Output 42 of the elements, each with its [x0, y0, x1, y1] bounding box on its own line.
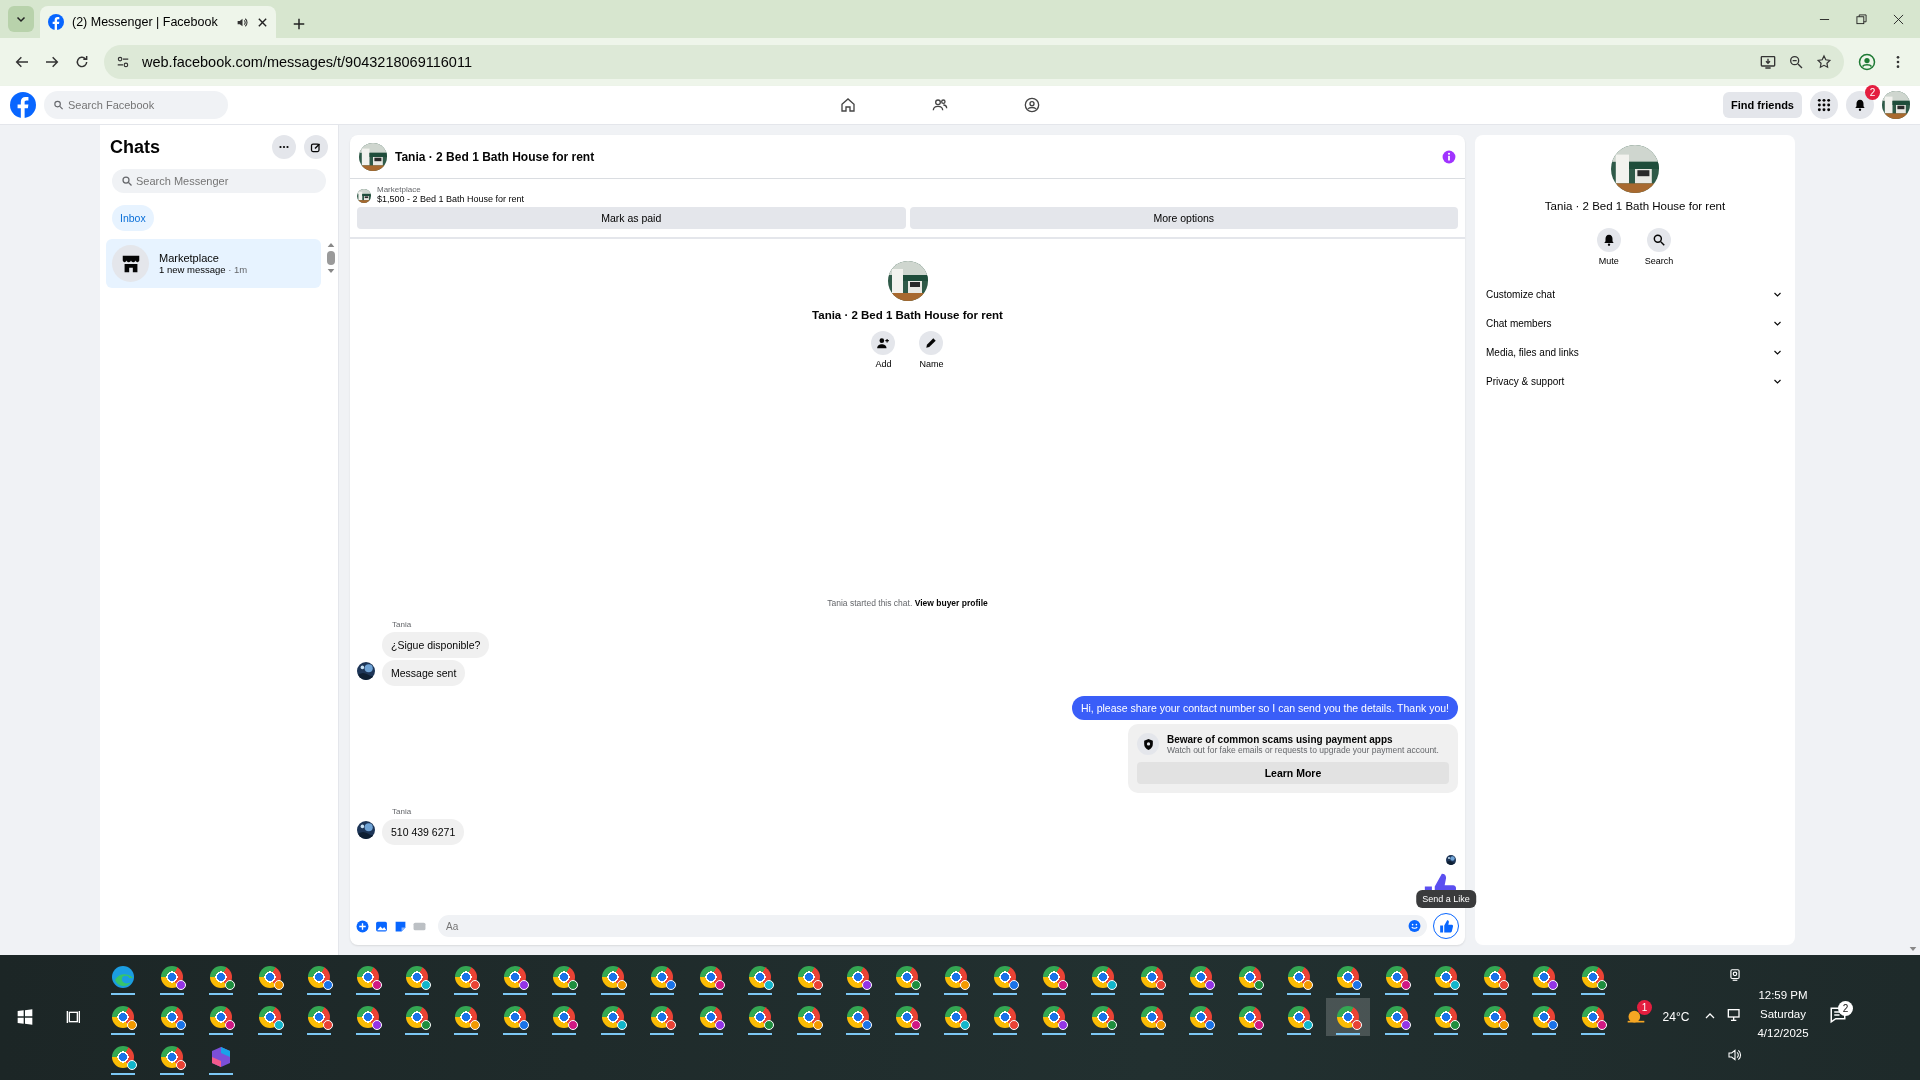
notice-title: Beware of common scams using payment apps	[1167, 733, 1394, 745]
address-bar[interactable]: web.facebook.com/messages/t/9043218069116011	[104, 45, 1844, 79]
details-section[interactable]: Chat members	[1485, 309, 1785, 338]
chats-title: Chats	[110, 136, 161, 158]
tab-title: (2) Messenger | Facebook	[72, 15, 219, 29]
message-bubble: Message sent	[382, 660, 466, 686]
clock-time: 12:59 PM	[1758, 989, 1808, 1001]
listing-source: Marketplace	[377, 185, 422, 194]
tooltip: Send a Like	[1416, 890, 1476, 908]
listing-action-button[interactable]: Mark as paid	[357, 207, 906, 229]
sender-name: Tania	[392, 807, 413, 816]
listing-title: $1,500 - 2 Bed 1 Bath House for rent	[377, 194, 525, 204]
search-field[interactable]: Search Messenger	[112, 169, 326, 193]
details-section[interactable]: Media, files and links	[1485, 338, 1785, 367]
message-bubble: Hi, please share your contact number so I can send you the details. Thank you!	[1071, 696, 1458, 720]
conversation-name: Tania · 2 Bed 1 Bath House for rent	[812, 309, 1003, 321]
conversation-name: Tania · 2 Bed 1 Bath House for rent	[1544, 200, 1726, 212]
clock-date: 4/12/2025	[1757, 1027, 1809, 1039]
notification-badge: 2	[1838, 1001, 1853, 1016]
chat-name: Marketplace	[159, 252, 220, 264]
sender-name: Tania	[392, 620, 413, 629]
filter-tab[interactable]: Inbox	[112, 205, 154, 231]
learn-more-button[interactable]: Learn More	[1137, 762, 1449, 784]
weather-badge: 1	[1637, 1000, 1652, 1015]
find-friends-button[interactable]: Find friends	[1723, 92, 1802, 118]
message-bubble: ¿Sigue disponible?	[382, 632, 490, 658]
search-field[interactable]: Search Facebook	[44, 91, 228, 119]
chat-preview: 1 new message · 1m	[159, 264, 248, 275]
temperature: 24°C	[1662, 1010, 1690, 1024]
clock-day: Saturday	[1759, 1008, 1806, 1020]
url-text: web.facebook.com/messages/t/9043218069116011	[142, 54, 473, 70]
browser-tab[interactable]: (2) Messenger | Facebook	[40, 6, 276, 38]
notice-body: Watch out for fake emails or requests to upgrade your payment account.	[1167, 744, 1439, 755]
buyer-profile-link[interactable]: View buyer profile	[914, 598, 988, 608]
details-section[interactable]: Customize chat	[1485, 280, 1785, 309]
message-bubble: 510 439 6271	[382, 819, 465, 845]
details-section[interactable]: Privacy & support	[1485, 367, 1785, 396]
chat-list-item[interactable]: Marketplace 1 new message · 1m	[106, 239, 321, 288]
conversation-title: Tania · 2 Bed 1 Bath House for rent	[395, 149, 596, 164]
chat-start-note: Tania started this chat. View buyer profile	[826, 598, 989, 608]
message-field[interactable]: Aa	[438, 915, 1427, 937]
listing-action-button[interactable]: More options	[909, 207, 1458, 229]
